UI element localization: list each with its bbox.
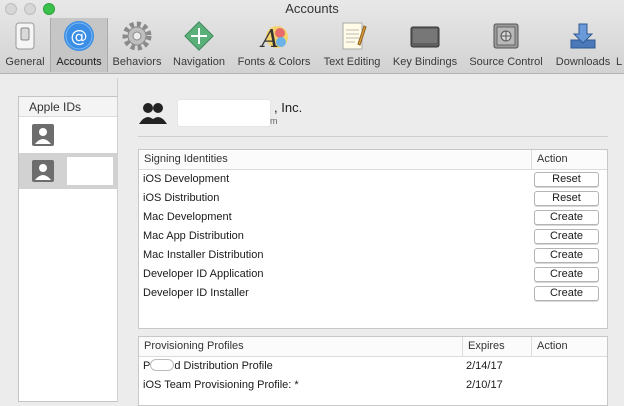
signing-identity-action-button[interactable]: Create <box>534 267 599 282</box>
toolbar-text-editing-label: Text Editing <box>323 56 381 68</box>
avatar <box>32 160 54 182</box>
account-details-panel: , Inc. m Signing Identities Action iOS D… <box>117 78 624 406</box>
toolbar-key-bindings-label: Key Bindings <box>392 56 458 68</box>
column-header-action[interactable]: Action <box>531 150 609 169</box>
signing-identity-name: Mac Development <box>143 211 232 223</box>
table-row[interactable]: iOS Distribution Reset <box>139 189 607 208</box>
window-toolbar: Accounts General @ Accounts Behaviors Na… <box>0 0 624 74</box>
toolbar-behaviors-label: Behaviors <box>112 56 162 68</box>
toolbar-accounts-label: Accounts <box>56 56 102 68</box>
safe-icon <box>493 23 519 49</box>
table-row[interactable]: Mac Installer Distribution Create <box>139 246 607 265</box>
profile-name: iOS Team Provisioning Profile: * <box>143 376 299 395</box>
toolbar-source-control-label: Source Control <box>469 56 543 68</box>
signing-identity-action-button[interactable]: Create <box>534 210 599 225</box>
signing-identity-name: Mac App Distribution <box>143 230 244 242</box>
signing-identity-name: Mac Installer Distribution <box>143 249 264 261</box>
profile-name-text: iOS Team Provisioning Profile: * <box>143 379 299 391</box>
avatar <box>32 124 54 146</box>
profile-expires: 2/10/17 <box>466 379 503 391</box>
toolbar-behaviors[interactable]: Behaviors <box>110 18 164 72</box>
gear-icon <box>122 21 152 51</box>
toolbar-downloads[interactable]: Downloads <box>552 18 614 72</box>
table-row[interactable]: iOS Team Provisioning Profile: * 2/10/17 <box>139 376 607 395</box>
profile-name-text: d Distribution Profile <box>174 360 273 372</box>
switch-icon <box>15 22 35 50</box>
svg-text:A: A <box>259 25 278 52</box>
toolbar-navigation[interactable]: Navigation <box>168 18 230 72</box>
signing-identity-name: iOS Development <box>143 173 230 185</box>
account-row[interactable] <box>19 117 117 153</box>
table-row[interactable]: Mac App Distribution Create <box>139 227 607 246</box>
toolbar-truncated-label: L <box>616 56 623 68</box>
at-sign-icon: @ <box>64 21 94 51</box>
download-tray-icon <box>570 23 596 49</box>
signing-identity-action-button[interactable]: Reset <box>534 191 599 206</box>
person-icon <box>35 164 51 180</box>
window-title: Accounts <box>285 1 339 16</box>
apple-ids-list: Apple IDs <box>18 96 118 402</box>
toolbar-general[interactable]: General <box>2 18 48 72</box>
column-header-action[interactable]: Action <box>531 337 609 356</box>
toolbar-general-label: General <box>5 56 45 68</box>
profile-name: Pd Distribution Profile <box>143 357 273 376</box>
toolbar-text-editing[interactable]: Text Editing <box>319 18 385 72</box>
signing-identity-action-button[interactable]: Reset <box>534 172 599 187</box>
signing-identities-table: Signing Identities Action iOS Developmen… <box>138 149 608 329</box>
profile-expires: 2/14/17 <box>466 360 503 372</box>
signing-identity-action-button[interactable]: Create <box>534 286 599 301</box>
toolbar-navigation-label: Navigation <box>173 56 225 68</box>
team-subtitle: m <box>270 116 278 126</box>
signing-identity-action-button[interactable]: Create <box>534 248 599 263</box>
keyboard-key-icon <box>410 26 440 48</box>
table-header: Signing Identities Action <box>139 150 607 170</box>
table-row[interactable]: Developer ID Installer Create <box>139 284 607 303</box>
redacted-team-name <box>177 99 271 127</box>
divider <box>138 136 608 137</box>
signing-identity-name: iOS Distribution <box>143 192 220 204</box>
toolbar-fonts-colors-label: Fonts & Colors <box>237 56 311 68</box>
column-header-provisioning-profiles[interactable]: Provisioning Profiles <box>139 337 244 356</box>
signing-identity-name: Developer ID Installer <box>143 287 249 299</box>
team-name: , Inc. <box>274 100 303 115</box>
toolbar-key-bindings[interactable]: Key Bindings <box>389 18 461 72</box>
notepad-icon <box>342 22 367 50</box>
signing-identity-action-button[interactable]: Create <box>534 229 599 244</box>
toolbar-downloads-label: Downloads <box>555 56 611 68</box>
team-icon <box>139 103 167 124</box>
svg-text:@: @ <box>71 27 88 47</box>
column-header-signing-identities[interactable]: Signing Identities <box>139 150 228 169</box>
apple-ids-heading: Apple IDs <box>19 97 117 117</box>
provisioning-profiles-table: Provisioning Profiles Expires Action Pd … <box>138 336 608 406</box>
redacted-account-name <box>67 157 113 185</box>
table-header: Provisioning Profiles Expires Action <box>139 337 607 357</box>
table-row[interactable]: Mac Development Create <box>139 208 607 227</box>
compass-icon <box>184 21 214 51</box>
table-row[interactable]: Pd Distribution Profile 2/14/17 <box>139 357 607 376</box>
table-row[interactable]: Developer ID Application Create <box>139 265 607 284</box>
redacted-account-name <box>67 121 113 149</box>
toolbar-truncated-item[interactable]: L <box>616 18 624 72</box>
toolbar-fonts-colors[interactable]: A Fonts & Colors <box>233 18 315 72</box>
person-icon <box>35 128 51 144</box>
table-row[interactable]: iOS Development Reset <box>139 170 607 189</box>
account-row-selected[interactable] <box>19 153 117 189</box>
column-header-expires[interactable]: Expires <box>462 337 531 356</box>
toolbar-accounts[interactable]: @ Accounts <box>50 18 108 72</box>
signing-identity-name: Developer ID Application <box>143 268 264 280</box>
redacted-text <box>150 359 175 371</box>
toolbar-source-control[interactable]: Source Control <box>464 18 548 72</box>
font-palette-icon: A <box>259 25 288 52</box>
profile-name-prefix: P <box>143 360 151 372</box>
